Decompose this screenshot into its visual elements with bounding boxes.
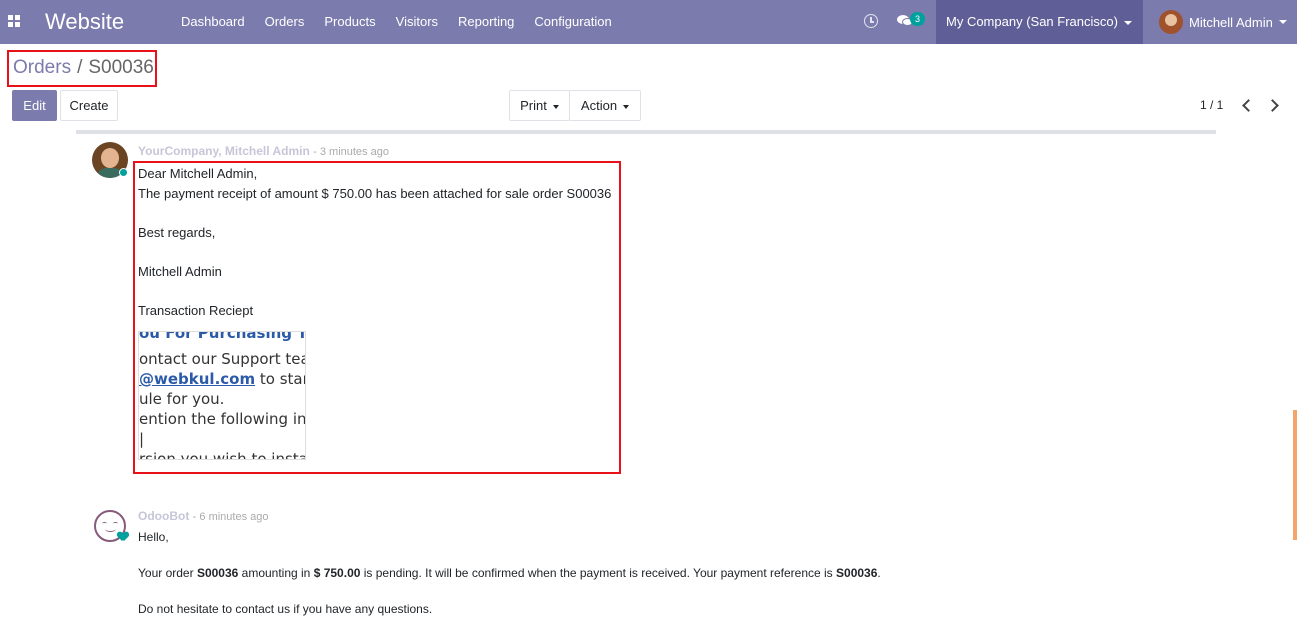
pager-previous-icon[interactable]	[1241, 98, 1251, 112]
action-label: Action	[580, 98, 618, 113]
form-bottom-divider	[76, 130, 1216, 134]
message-line: Do not hesitate to contact us if you hav…	[138, 602, 433, 616]
user-name: Mitchell Admin	[1189, 14, 1273, 30]
print-label: Print	[520, 98, 547, 113]
chat-count-badge: 3	[910, 12, 925, 26]
pager-next-icon[interactable]	[1268, 98, 1278, 112]
order-amount: $ 750.00	[313, 566, 361, 580]
mouth-icon	[105, 526, 116, 532]
eye-icon	[102, 522, 107, 525]
caret-down-icon	[552, 104, 559, 109]
highlight-box-message	[133, 161, 621, 474]
menu-item-reporting[interactable]: Reporting	[448, 0, 524, 44]
heart-status-icon	[118, 532, 128, 541]
message-text: Your order	[138, 566, 197, 580]
eye-icon	[113, 522, 118, 525]
action-button[interactable]: Action	[569, 90, 641, 121]
author-name[interactable]: YourCompany, Mitchell Admin	[138, 144, 310, 158]
highlight-box-breadcrumb	[7, 50, 157, 87]
menu-item-dashboard[interactable]: Dashboard	[171, 0, 255, 44]
online-status-icon	[119, 168, 128, 177]
message-time: - 6 minutes ago	[192, 511, 269, 523]
print-button[interactable]: Print	[509, 90, 570, 121]
author-name[interactable]: OdooBot	[138, 509, 189, 523]
avatar	[1159, 10, 1183, 34]
activities-clock-icon[interactable]	[864, 14, 878, 28]
caret-down-icon	[1123, 20, 1132, 25]
user-menu[interactable]: Mitchell Admin	[1159, 0, 1287, 44]
message-author: YourCompany, Mitchell Admin - 3 minutes …	[138, 144, 389, 158]
message-text: amounting in	[238, 566, 314, 580]
main-menu: Dashboard Orders Products Visitors Repor…	[171, 0, 622, 44]
message-text: is pending. It will be confirmed when th…	[360, 566, 837, 580]
menu-item-configuration[interactable]: Configuration	[524, 0, 621, 44]
company-name: My Company (San Francisco)	[946, 14, 1118, 29]
company-switcher[interactable]: My Company (San Francisco)	[936, 0, 1143, 44]
menu-item-orders[interactable]: Orders	[255, 0, 315, 44]
payment-reference: S00036	[836, 566, 878, 580]
create-button[interactable]: Create	[60, 90, 118, 121]
menu-item-visitors[interactable]: Visitors	[386, 0, 448, 44]
edit-button[interactable]: Edit	[12, 90, 57, 121]
message-text: .	[877, 566, 881, 580]
message-line: Hello,	[138, 530, 169, 544]
app-brand[interactable]: Website	[45, 9, 124, 35]
message-time: - 3 minutes ago	[313, 146, 389, 158]
caret-down-icon	[1278, 20, 1287, 24]
message-author: OdooBot - 6 minutes ago	[138, 509, 269, 523]
apps-menu-icon[interactable]	[8, 15, 20, 27]
scrollbar[interactable]	[1293, 410, 1297, 540]
pager-value[interactable]: 1 / 1	[1200, 98, 1223, 112]
order-reference: S00036	[196, 566, 239, 580]
menu-item-products[interactable]: Products	[314, 0, 385, 44]
message-line: Your order S00036 amounting in $ 750.00 …	[138, 566, 881, 580]
caret-down-icon	[623, 104, 630, 109]
top-navbar: Website Dashboard Orders Products Visito…	[0, 0, 1297, 44]
